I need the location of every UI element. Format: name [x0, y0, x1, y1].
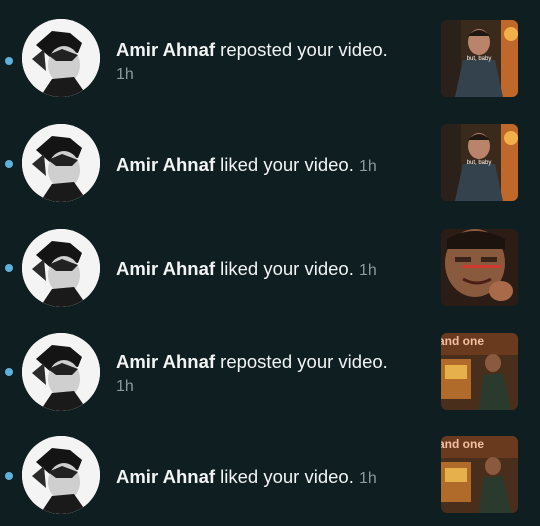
video-thumbnail[interactable]: and one: [441, 436, 518, 513]
notification-text: Amir Ahnaf liked your video. 1h: [116, 153, 426, 178]
avatar[interactable]: [22, 436, 100, 514]
action-text: reposted your video.: [220, 39, 388, 60]
username[interactable]: Amir Ahnaf: [116, 351, 215, 372]
video-thumbnail[interactable]: but, baby: [441, 20, 518, 97]
notification-list: Amir Ahnaf reposted your video. 1h but, …: [0, 0, 540, 521]
notification-text: Amir Ahnaf reposted your video. 1h: [116, 38, 426, 86]
video-thumbnail[interactable]: but, baby: [441, 124, 518, 201]
unread-dot: [5, 264, 13, 272]
notification-text: Amir Ahnaf liked your video. 1h: [116, 465, 426, 490]
notification-item[interactable]: Amir Ahnaf reposted your video. 1h and o…: [0, 318, 540, 422]
action-text: liked your video.: [220, 258, 354, 279]
username[interactable]: Amir Ahnaf: [116, 258, 215, 279]
action-text: reposted your video.: [220, 351, 388, 372]
notification-text: Amir Ahnaf reposted your video. 1h: [116, 350, 426, 398]
notification-item[interactable]: Amir Ahnaf liked your video. 1h but, bab…: [0, 110, 540, 214]
unread-dot: [5, 368, 13, 376]
avatar[interactable]: [22, 124, 100, 202]
avatar[interactable]: [22, 229, 100, 307]
timestamp: 1h: [116, 378, 134, 395]
thumbnail-caption: but, baby: [467, 56, 492, 62]
avatar[interactable]: [22, 19, 100, 97]
unread-dot: [5, 472, 13, 480]
notification-item[interactable]: Amir Ahnaf reposted your video. 1h but, …: [0, 6, 540, 110]
avatar[interactable]: [22, 333, 100, 411]
thumbnail-caption: but, baby: [467, 160, 492, 166]
action-text: liked your video.: [220, 154, 354, 175]
notification-item[interactable]: Amir Ahnaf liked your video. 1h: [0, 214, 540, 318]
video-thumbnail[interactable]: [441, 229, 518, 306]
timestamp: 1h: [358, 262, 377, 279]
username[interactable]: Amir Ahnaf: [116, 39, 215, 60]
username[interactable]: Amir Ahnaf: [116, 154, 215, 175]
username[interactable]: Amir Ahnaf: [116, 466, 215, 487]
timestamp: 1h: [358, 470, 377, 487]
unread-dot: [5, 160, 13, 168]
notification-text: Amir Ahnaf liked your video. 1h: [116, 257, 426, 282]
unread-dot: [5, 57, 13, 65]
arcade-sign-text: and one: [441, 437, 484, 451]
arcade-sign-text: and one: [441, 334, 484, 348]
timestamp: 1h: [116, 66, 134, 83]
notification-item[interactable]: Amir Ahnaf liked your video. 1h and one: [0, 422, 540, 526]
timestamp: 1h: [358, 158, 377, 175]
video-thumbnail[interactable]: and one: [441, 333, 518, 410]
action-text: liked your video.: [220, 466, 354, 487]
